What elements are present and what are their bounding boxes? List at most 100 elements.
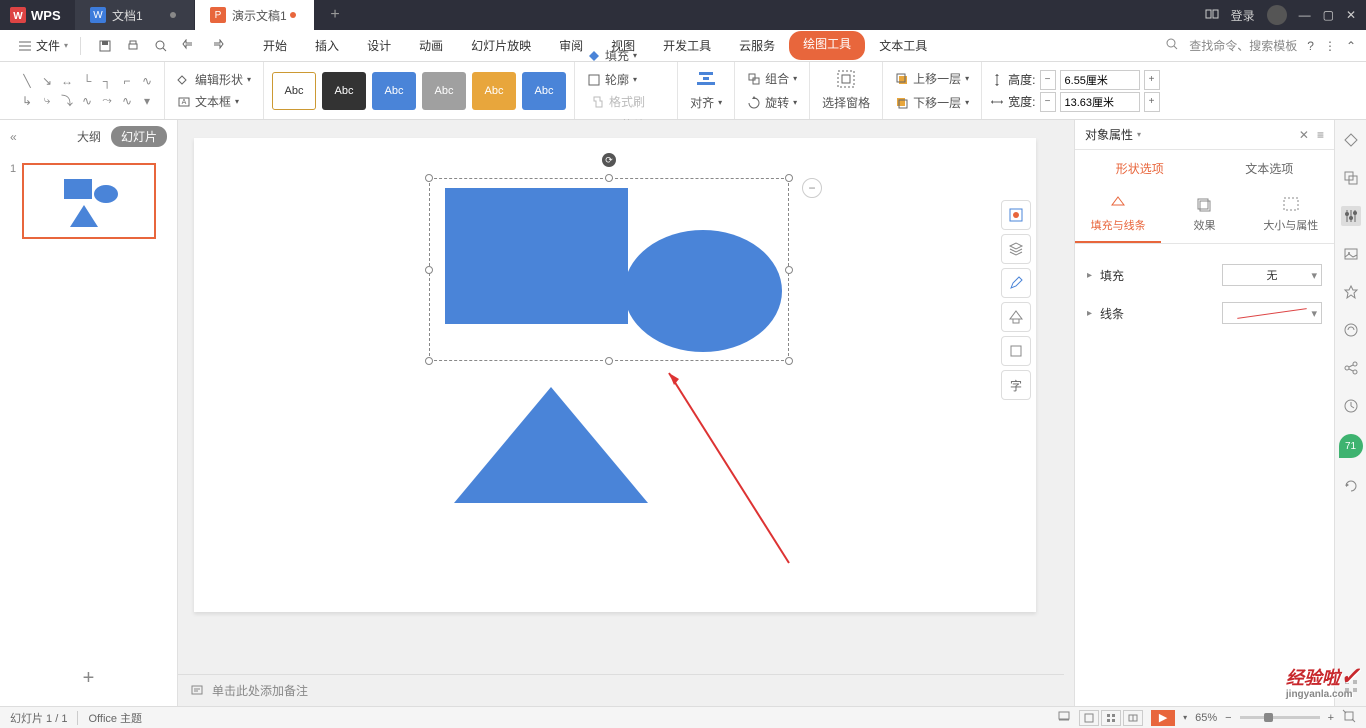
sorter-view-button[interactable] <box>1101 710 1121 726</box>
side-badge[interactable]: 71 <box>1339 434 1363 458</box>
group-button[interactable]: 组合▾ <box>743 68 801 90</box>
search-icon[interactable] <box>1165 37 1179 54</box>
file-menu[interactable]: 文件 ▾ <box>10 33 76 58</box>
connector3-icon[interactable]: ⤵ <box>58 92 76 110</box>
style-gallery[interactable]: Abc Abc Abc Abc Abc Abc <box>272 72 566 110</box>
connector5-icon[interactable]: ⤳ <box>98 92 116 110</box>
size-props-subtab[interactable]: 大小与属性 <box>1248 187 1334 243</box>
zoom-out-handle[interactable]: − <box>802 178 822 198</box>
maximize-button[interactable]: ▢ <box>1323 8 1334 22</box>
connector2-icon[interactable]: ⤷ <box>38 92 56 110</box>
zoom-in-button[interactable]: + <box>1328 712 1334 724</box>
float-style-button[interactable] <box>1001 200 1031 230</box>
doc-tab-2[interactable]: P 演示文稿1 <box>195 0 315 30</box>
panel-menu-button[interactable]: ≡ <box>1317 128 1324 142</box>
tab-cloud[interactable]: 云服务 <box>725 31 789 60</box>
connector1-icon[interactable]: ↳ <box>18 92 36 110</box>
zoom-slider[interactable] <box>1240 716 1320 719</box>
float-border-button[interactable] <box>1001 336 1031 366</box>
edit-shape-button[interactable]: 编辑形状▾ <box>173 69 255 91</box>
slides-tab[interactable]: 幻灯片 <box>111 126 167 147</box>
search-hint[interactable]: 查找命令、搜索模板 <box>1189 37 1297 54</box>
style-white[interactable]: Abc <box>272 72 316 110</box>
fit-button[interactable] <box>1342 709 1356 726</box>
redo-button[interactable] <box>205 34 229 58</box>
tab-home[interactable]: 开始 <box>249 31 301 60</box>
collapse-panel-button[interactable]: « <box>10 130 17 144</box>
tab-animation[interactable]: 动画 <box>405 31 457 60</box>
height-input[interactable] <box>1060 70 1140 90</box>
tab-text[interactable]: 文本工具 <box>865 31 941 60</box>
line-select[interactable] <box>1222 302 1322 324</box>
double-arrow-icon[interactable]: ↔ <box>58 72 76 90</box>
float-shape-button[interactable] <box>1001 302 1031 332</box>
shape-triangle[interactable] <box>454 387 648 503</box>
zoom-value[interactable]: 65% <box>1195 712 1217 724</box>
height-increase[interactable]: + <box>1144 70 1160 90</box>
zoom-out-button[interactable]: − <box>1225 712 1231 724</box>
style-blue[interactable]: Abc <box>372 72 416 110</box>
float-layer-button[interactable] <box>1001 234 1031 264</box>
text-options-tab[interactable]: 文本选项 <box>1205 150 1335 187</box>
side-image-button[interactable] <box>1341 244 1361 264</box>
rotate-button[interactable]: 旋转▾ <box>743 92 801 114</box>
collapse-ribbon-button[interactable]: ⌃ <box>1346 39 1356 53</box>
tab-design[interactable]: 设计 <box>353 31 405 60</box>
format-painter-button[interactable]: 格式刷 <box>587 91 669 113</box>
selection-box[interactable]: ⟳ <box>429 178 789 361</box>
side-shape-button[interactable] <box>1341 130 1361 150</box>
doc-tab-1[interactable]: W 文档1 <box>75 0 195 30</box>
reading-view-button[interactable] <box>1123 710 1143 726</box>
width-decrease[interactable]: − <box>1040 92 1056 112</box>
side-refresh-button[interactable] <box>1341 476 1361 496</box>
save-button[interactable] <box>93 34 117 58</box>
send-backward-button[interactable]: 下移一层▾ <box>891 92 973 114</box>
shapes-gallery[interactable]: ╲ ↘ ↔ └ ┐ ⌐ ∿ ↳ ⤷ ⤵ ∿ ⤳ ∿ ▾ <box>18 72 156 110</box>
select-pane-button[interactable]: 选择窗格 <box>818 92 874 114</box>
notes-bar[interactable]: 单击此处添加备注 <box>178 674 1064 706</box>
more-button[interactable]: ⋮ <box>1324 39 1336 53</box>
normal-view-button[interactable] <box>1079 710 1099 726</box>
style-yellow[interactable]: Abc <box>472 72 516 110</box>
slide-thumbnail-1[interactable]: 1 <box>10 163 167 239</box>
fill-line-subtab[interactable]: 填充与线条 <box>1075 187 1161 243</box>
slide-canvas[interactable]: ⟳ − <box>194 138 1036 612</box>
curve1-icon[interactable]: ⌐ <box>118 72 136 90</box>
effects-subtab[interactable]: 效果 <box>1161 187 1247 243</box>
undo-button[interactable] <box>177 34 201 58</box>
side-history-button[interactable] <box>1341 396 1361 416</box>
side-adjust-button[interactable] <box>1341 206 1361 226</box>
help-button[interactable]: ? <box>1307 39 1314 53</box>
line-icon[interactable]: ╲ <box>18 72 36 90</box>
add-slide-button[interactable]: + <box>0 651 177 706</box>
close-button[interactable]: ✕ <box>1346 8 1356 22</box>
expand-fill-icon[interactable]: ▸ <box>1087 270 1092 281</box>
compact-icon[interactable] <box>1205 7 1219 24</box>
arrow-icon[interactable]: ↘ <box>38 72 56 90</box>
bring-forward-button[interactable]: 上移一层▾ <box>891 68 973 90</box>
float-pen-button[interactable] <box>1001 268 1031 298</box>
print-button[interactable] <box>121 34 145 58</box>
fill-button[interactable]: 填充▾ <box>583 45 669 67</box>
fill-select[interactable]: 无 <box>1222 264 1322 286</box>
tab-slideshow[interactable]: 幻灯片放映 <box>457 31 545 60</box>
width-input[interactable] <box>1060 92 1140 112</box>
login-label[interactable]: 登录 <box>1231 7 1255 24</box>
float-text-button[interactable]: 字 <box>1001 370 1031 400</box>
tab-insert[interactable]: 插入 <box>301 31 353 60</box>
side-share-button[interactable] <box>1341 358 1361 378</box>
elbow-icon[interactable]: └ <box>78 72 96 90</box>
close-panel-button[interactable]: ✕ <box>1299 128 1309 142</box>
connector6-icon[interactable]: ∿ <box>118 92 136 110</box>
curve2-icon[interactable]: ∿ <box>138 72 156 90</box>
slideshow-button[interactable]: ▶ <box>1151 710 1175 726</box>
side-link-button[interactable] <box>1341 320 1361 340</box>
elbow2-icon[interactable]: ┐ <box>98 72 116 90</box>
outline-button[interactable]: 轮廓▾ <box>583 69 669 91</box>
style-black[interactable]: Abc <box>322 72 366 110</box>
tab-drawing[interactable]: 绘图工具 <box>789 31 865 60</box>
align-button[interactable]: 对齐▾ <box>686 92 726 114</box>
connector4-icon[interactable]: ∿ <box>78 92 96 110</box>
expand-line-icon[interactable]: ▸ <box>1087 308 1092 319</box>
style-blue2[interactable]: Abc <box>522 72 566 110</box>
